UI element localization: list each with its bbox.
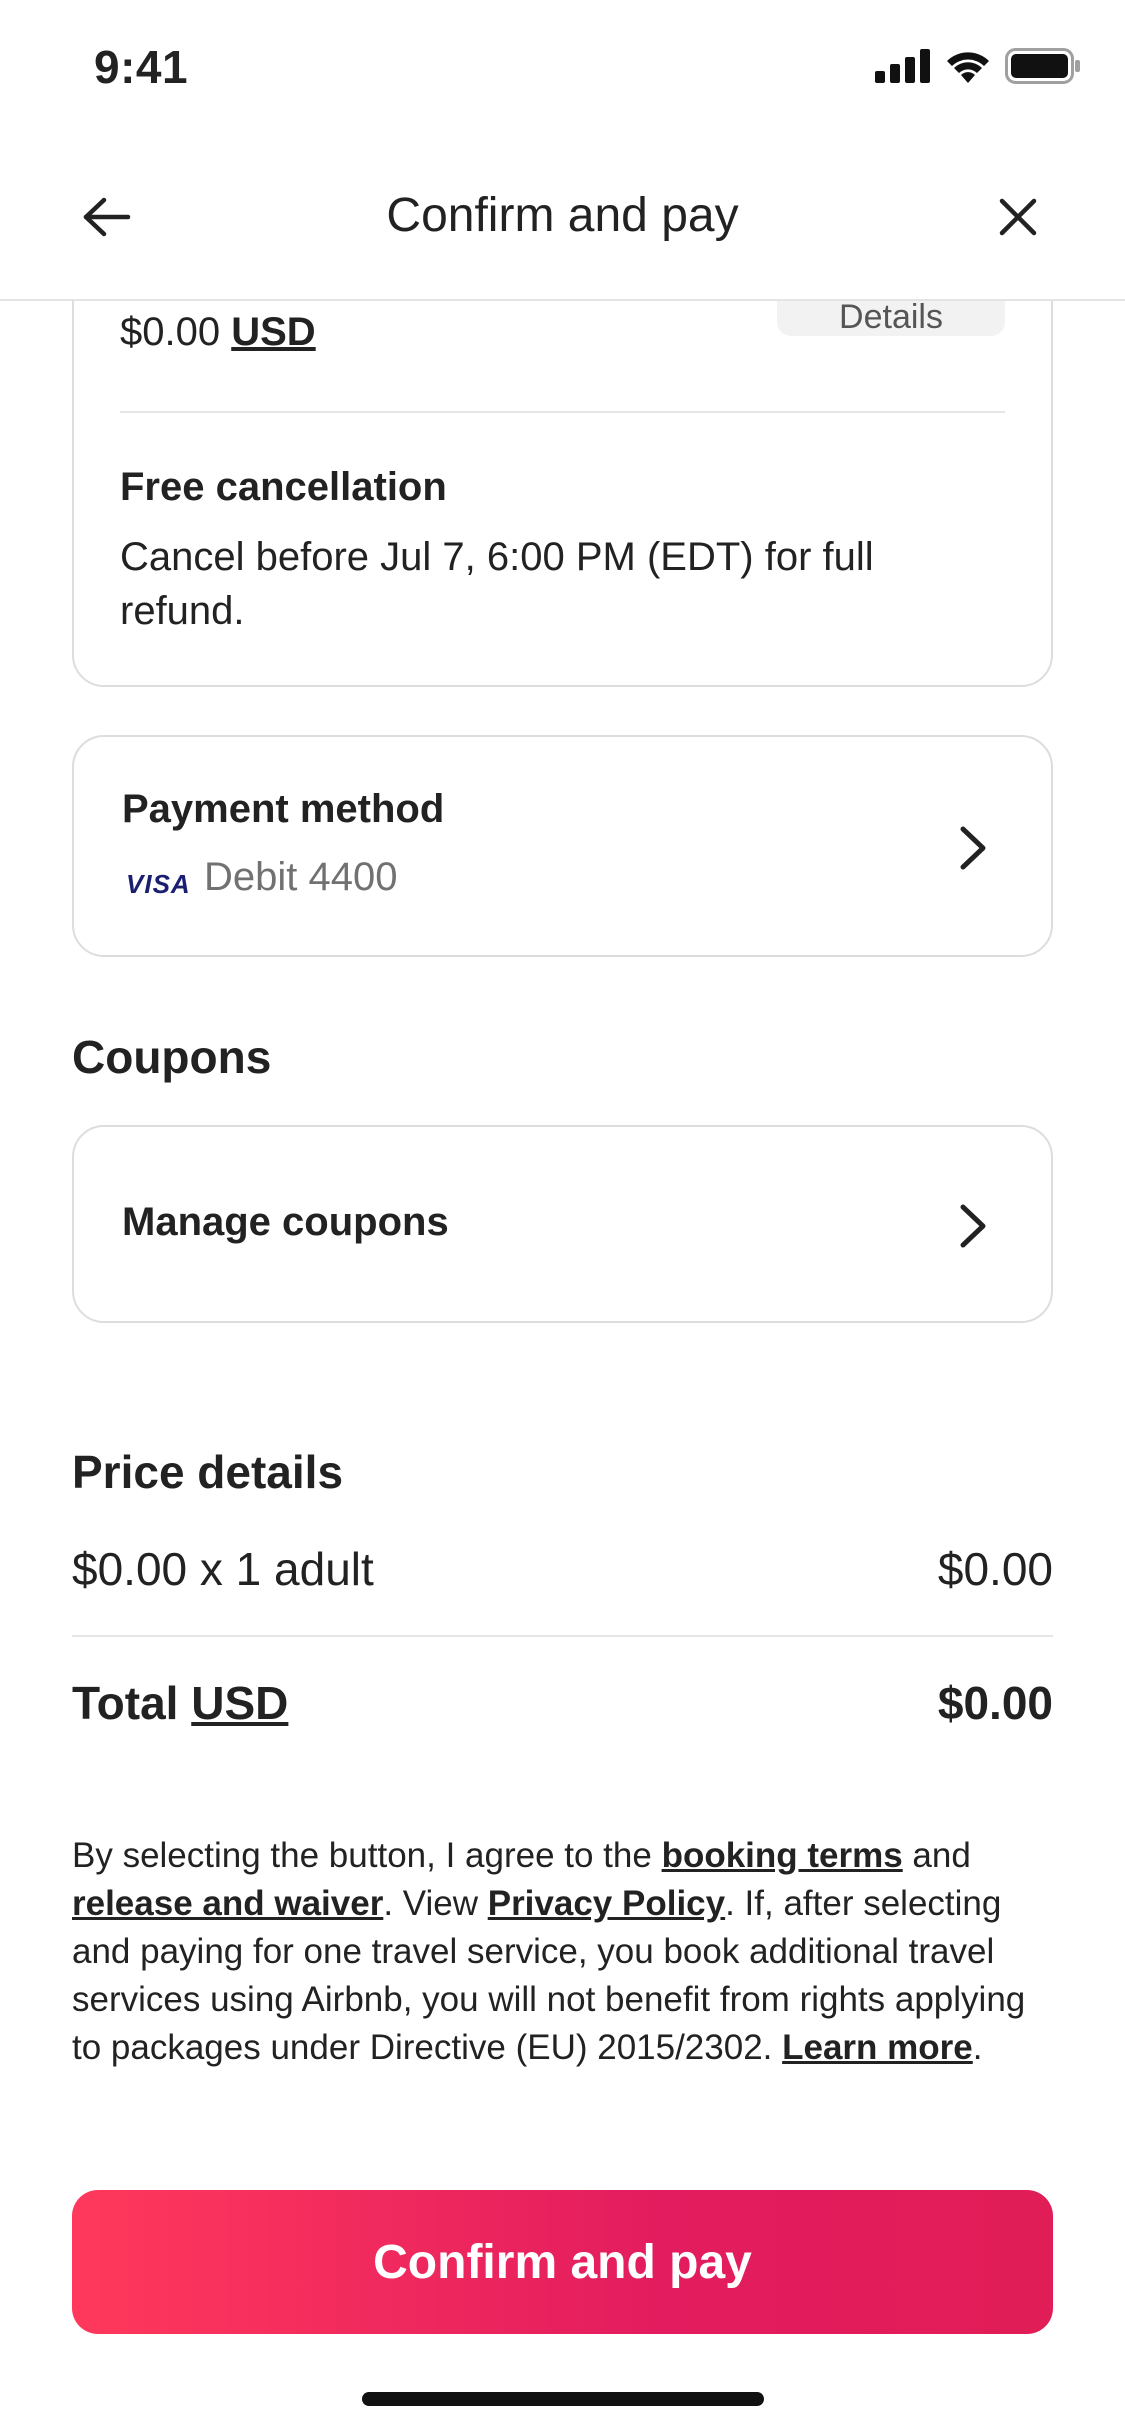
visa-logo-icon: VISA <box>126 869 191 899</box>
status-time: 9:41 <box>94 41 189 93</box>
price-line-value: $0.00 <box>937 1543 1053 1595</box>
confirm-and-pay-screen: Details $0.00 USD Free cancellation Canc… <box>0 0 1125 2436</box>
cancellation-title: Free cancellation <box>120 465 447 509</box>
summary-price-amount: $0.00 <box>120 310 221 354</box>
legal-text: . <box>972 2028 983 2067</box>
payment-method-title: Payment method <box>122 787 445 831</box>
coupons-heading: Coupons <box>72 1031 272 1083</box>
cancellation-text: Cancel before Jul 7, 6:00 PM (EDT) for f… <box>120 535 874 633</box>
price-details-heading: Price details <box>72 1446 344 1498</box>
booking-terms-link[interactable]: booking terms <box>662 1836 903 1875</box>
chevron-right-icon <box>960 1204 986 1248</box>
price-divider <box>72 1635 1053 1637</box>
privacy-policy-link[interactable]: Privacy Policy <box>488 1884 725 1923</box>
home-indicator[interactable] <box>362 2392 764 2406</box>
confirm-and-pay-button[interactable]: Confirm and pay <box>72 2190 1053 2334</box>
payment-method-card[interactable]: Payment method VISA Debit 4400 <box>72 735 1053 957</box>
close-icon <box>999 198 1037 236</box>
legal-text: By selecting the button, I agree to the <box>72 1836 662 1875</box>
summary-divider <box>120 411 1005 413</box>
close-button[interactable] <box>983 182 1053 252</box>
manage-coupons-label: Manage coupons <box>122 1200 449 1244</box>
price-line-label: $0.00 x 1 adult <box>72 1543 374 1595</box>
status-bar: 9:41 <box>0 0 1125 140</box>
legal-disclaimer: By selecting the button, I agree to the … <box>72 1832 1062 2072</box>
summary-currency-link[interactable]: USD <box>231 310 315 354</box>
summary-price: $0.00 USD <box>120 310 316 355</box>
cellular-signal-icon <box>875 49 930 83</box>
total-label-text: Total <box>72 1677 179 1729</box>
details-button-label: Details <box>839 298 943 336</box>
total-value: $0.00 <box>937 1677 1053 1729</box>
scroll-content[interactable]: Details $0.00 USD Free cancellation Canc… <box>0 0 1125 2436</box>
page-title: Confirm and pay <box>386 189 739 242</box>
chevron-right-icon <box>960 826 986 870</box>
manage-coupons-card[interactable]: Manage coupons <box>72 1125 1053 1323</box>
legal-text: and <box>902 1836 971 1875</box>
battery-icon <box>1005 48 1080 84</box>
total-currency-link[interactable]: USD <box>191 1677 288 1729</box>
payment-card-label: Debit 4400 <box>204 855 398 899</box>
status-icons <box>875 48 1081 84</box>
release-waiver-link[interactable]: release and waiver <box>72 1884 383 1923</box>
wifi-icon <box>947 52 989 83</box>
total-label: Total USD <box>72 1676 288 1730</box>
top-navigation-bar: Confirm and pay <box>0 140 1125 301</box>
learn-more-link[interactable]: Learn more <box>782 2028 973 2067</box>
legal-text: . View <box>383 1884 488 1923</box>
